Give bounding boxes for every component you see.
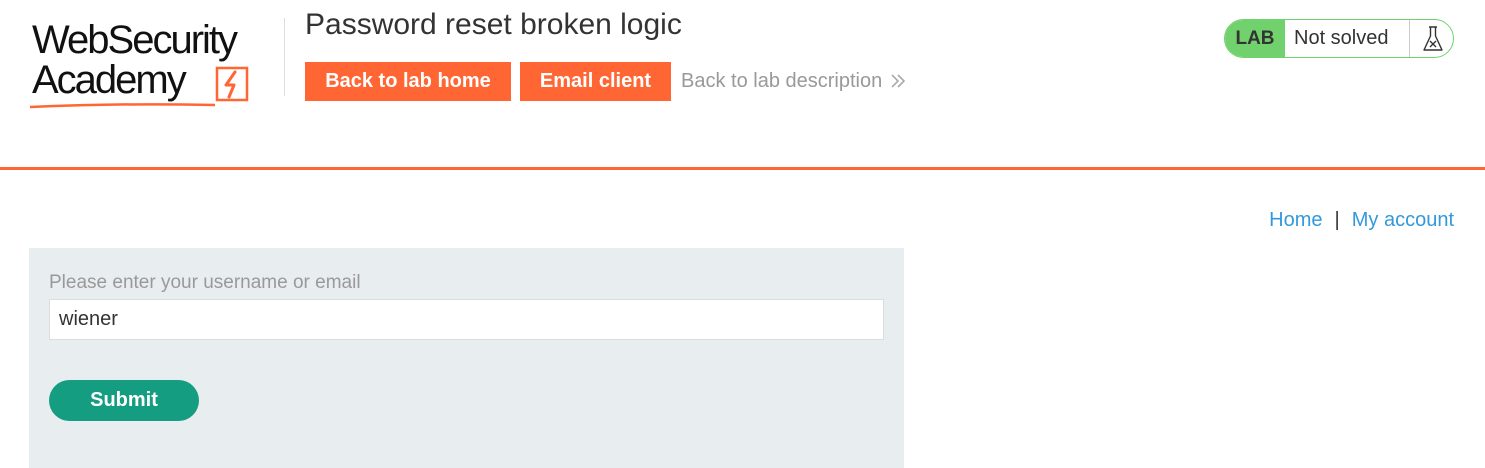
- header-divider: [284, 18, 285, 96]
- web-security-academy-logo[interactable]: WebSecurity Academy: [30, 18, 280, 109]
- logo-line-1: WebSecurity: [32, 18, 238, 62]
- lightning-icon: [215, 66, 249, 102]
- double-chevron-right-icon: [891, 74, 906, 88]
- logo-underline: [30, 103, 215, 109]
- lab-status-text: Not solved: [1294, 27, 1389, 49]
- flask-button[interactable]: [1409, 20, 1453, 57]
- username-email-input[interactable]: [49, 299, 884, 340]
- flask-icon: [1423, 26, 1443, 51]
- lab-tag: LAB: [1225, 20, 1285, 57]
- lab-header: WebSecurity Academy Password reset broke…: [0, 0, 1485, 170]
- back-to-lab-description-label: Back to lab description: [681, 70, 883, 92]
- forgot-password-form: Please enter your username or email Subm…: [29, 248, 904, 468]
- top-nav: Home | My account: [1269, 209, 1454, 232]
- email-client-button[interactable]: Email client: [520, 62, 671, 101]
- logo-line-2: Academy: [32, 58, 187, 102]
- username-email-label: Please enter your username or email: [49, 272, 361, 293]
- lab-title: Password reset broken logic: [305, 8, 682, 41]
- submit-button[interactable]: Submit: [49, 380, 199, 421]
- nav-my-account-link[interactable]: My account: [1352, 209, 1454, 231]
- back-to-lab-description-link[interactable]: Back to lab description: [681, 70, 906, 93]
- back-to-lab-home-button[interactable]: Back to lab home: [305, 62, 511, 101]
- nav-separator: |: [1334, 209, 1340, 231]
- nav-home-link[interactable]: Home: [1269, 209, 1322, 231]
- lab-status-widget: LAB Not solved: [1224, 19, 1454, 58]
